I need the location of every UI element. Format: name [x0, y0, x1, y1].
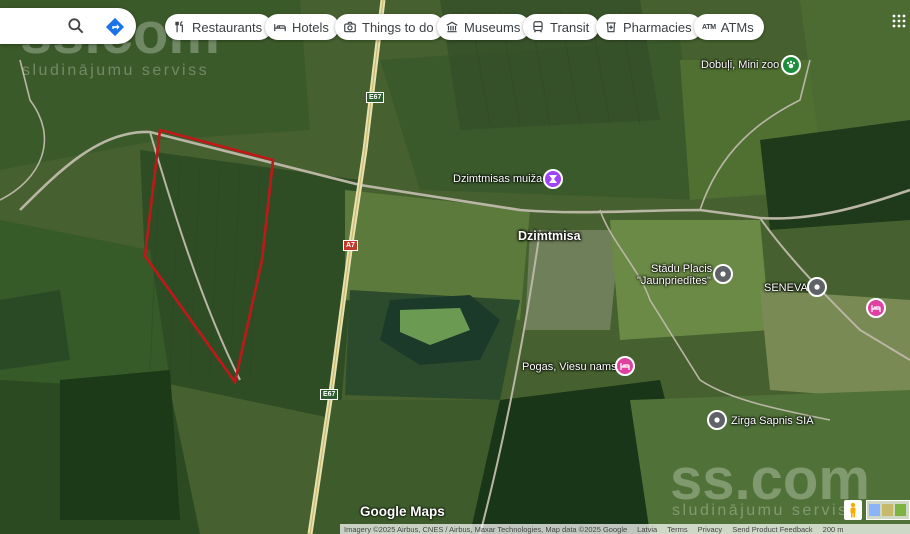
search-icon[interactable]: [66, 16, 86, 36]
chip-pharmacies[interactable]: Pharmacies: [596, 14, 702, 40]
place-pin-icon[interactable]: [807, 277, 827, 297]
place-label-dobuli[interactable]: Dobuļi, Mini zoo: [701, 59, 779, 71]
place-label-seneva[interactable]: SENEVA: [764, 282, 808, 294]
road-shield-a7: A7: [343, 240, 358, 251]
road-shield-e67-top: E67: [366, 92, 385, 103]
directions-icon[interactable]: [104, 16, 126, 38]
place-label-stadu-line1[interactable]: Stādu Placis: [651, 263, 712, 275]
apps-grid-icon[interactable]: [892, 14, 906, 28]
feedback-link[interactable]: Send Product Feedback: [732, 525, 812, 534]
place-label-muiza[interactable]: Dzimtmisas muiža: [453, 173, 542, 185]
layers-thumbnail[interactable]: [866, 500, 910, 520]
hotel-icon: [274, 24, 286, 32]
zoo-pin-icon[interactable]: [781, 55, 801, 75]
chip-label: ATMs: [720, 19, 754, 35]
terms-link[interactable]: Terms: [667, 525, 687, 534]
chip-hotels[interactable]: Hotels: [265, 14, 339, 40]
imagery-credit: Imagery ©2025 Airbus, CNES / Airbus, Max…: [344, 524, 628, 534]
chip-things-to-do[interactable]: Things to do: [335, 14, 444, 40]
chip-label: Transit: [550, 19, 590, 35]
town-label-dzimtmisa: Dzimtmisa: [518, 229, 581, 243]
watermark-tagline: sludinājumu serviss: [22, 62, 210, 79]
chip-label: Hotels: [292, 19, 329, 35]
hotel-pin-icon[interactable]: [615, 356, 635, 376]
place-label-pogas[interactable]: Pogas, Viesu nams: [522, 361, 617, 373]
place-pin-icon[interactable]: [713, 264, 733, 284]
attribution-bar: Imagery ©2025 Airbus, CNES / Airbus, Max…: [340, 524, 910, 534]
country-link[interactable]: Latvia: [637, 525, 657, 534]
restaurant-icon: [175, 21, 183, 33]
transit-icon: [533, 21, 543, 33]
camera-icon: [344, 21, 356, 33]
pharmacy-icon: [606, 22, 616, 33]
chip-atms[interactable]: ATM ATMs: [694, 14, 764, 40]
chip-label: Museums: [464, 19, 521, 35]
place-label-stadu-line2[interactable]: "Jaunpriedītes": [637, 275, 711, 287]
road-shield-e67-bottom: E67: [320, 389, 339, 400]
pegman-icon[interactable]: [844, 500, 862, 520]
atm-icon: ATM: [702, 23, 716, 31]
watermark-bottom-tagline: sludinājumu serviss: [672, 502, 860, 519]
google-maps-logo: Google Maps: [360, 504, 445, 519]
chip-label: Things to do: [362, 19, 434, 35]
museum-icon: [446, 21, 458, 33]
scale-label[interactable]: 200 m: [823, 525, 844, 534]
chip-transit[interactable]: Transit: [523, 14, 600, 40]
place-label-zirga[interactable]: Zirga Sapnis SIA: [731, 415, 814, 427]
search-box[interactable]: [0, 8, 136, 44]
hotel-pin-icon[interactable]: [866, 298, 886, 318]
museum-pin-icon[interactable]: [543, 169, 563, 189]
chip-label: Restaurants: [192, 19, 263, 35]
chip-museums[interactable]: Museums: [437, 14, 531, 40]
chip-restaurants[interactable]: Restaurants: [165, 14, 273, 40]
privacy-link[interactable]: Privacy: [698, 525, 723, 534]
chip-label: Pharmacies: [623, 19, 692, 35]
place-pin-icon[interactable]: [707, 410, 727, 430]
